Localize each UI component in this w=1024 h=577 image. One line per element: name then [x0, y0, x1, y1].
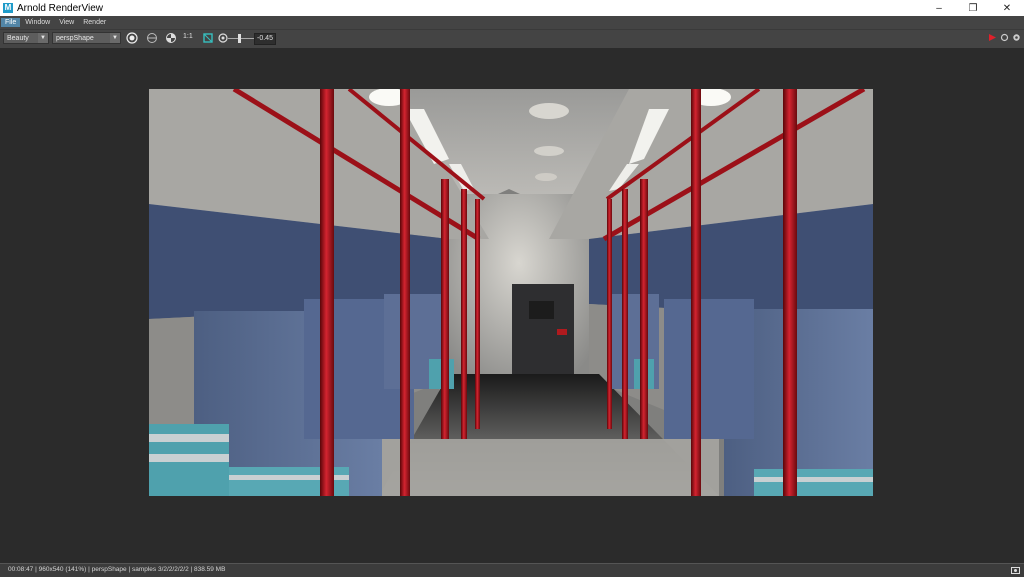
toolbar-right-icons	[988, 33, 1021, 42]
aov-select[interactable]: Beauty ▼	[3, 32, 49, 44]
crop-icon[interactable]	[202, 32, 214, 44]
minimize-button[interactable]: –	[922, 0, 956, 16]
menu-window[interactable]: Window	[21, 18, 54, 27]
subway-interior-render	[149, 89, 873, 496]
menu-bar: File Window View Render	[0, 16, 1024, 29]
settings-gear-icon[interactable]	[1012, 33, 1021, 42]
exposure-slider[interactable]	[228, 38, 254, 39]
title-bar: M Arnold RenderView – ❐ ✕	[0, 0, 1024, 16]
close-button[interactable]: ✕	[990, 0, 1024, 16]
restore-icon: ❐	[968, 2, 978, 14]
exposure-slider-handle[interactable]	[238, 34, 241, 43]
menu-render[interactable]: Render	[79, 18, 110, 27]
menu-file[interactable]: File	[1, 18, 21, 27]
snapshot-icon[interactable]	[1011, 566, 1020, 574]
window-title: Arnold RenderView	[17, 2, 103, 14]
refresh-icon[interactable]	[1000, 33, 1009, 42]
checker-icon[interactable]	[165, 32, 177, 44]
aov-select-value: Beauty	[7, 35, 29, 42]
render-viewport[interactable]	[0, 48, 1024, 563]
play-render-icon[interactable]	[988, 33, 997, 42]
window-controls: – ❐ ✕	[922, 0, 1024, 16]
minimize-icon: –	[936, 2, 942, 14]
status-bar: 00:08:47 | 960x540 (141%) | perspShape |…	[0, 563, 1024, 577]
exposure-field[interactable]: -0.45	[254, 33, 276, 45]
menu-view[interactable]: View	[55, 18, 78, 27]
chevron-down-icon: ▼	[38, 33, 48, 43]
region-icon[interactable]	[146, 32, 158, 44]
maya-app-icon: M	[3, 3, 13, 13]
render-image	[149, 89, 873, 496]
status-text: 00:08:47 | 960x540 (141%) | perspShape |…	[8, 566, 226, 573]
render-settings-icon[interactable]	[126, 32, 138, 44]
camera-select[interactable]: perspShape ▼	[52, 32, 121, 44]
restore-button[interactable]: ❐	[956, 0, 990, 16]
camera-select-value: perspShape	[56, 35, 94, 42]
toolbar: Beauty ▼ perspShape ▼ 1:1 -0.45	[0, 29, 1024, 48]
chevron-down-icon: ▼	[110, 33, 120, 43]
ratio-button[interactable]: 1:1	[183, 33, 193, 40]
close-icon: ✕	[1002, 2, 1012, 14]
